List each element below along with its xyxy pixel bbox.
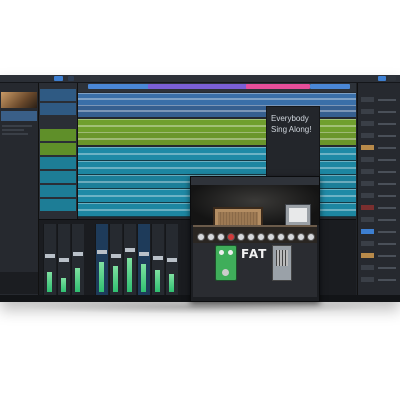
- amp-control-panel: [193, 225, 317, 243]
- channel-strip[interactable]: [151, 224, 164, 298]
- track-header[interactable]: [40, 157, 76, 169]
- knob-icon[interactable]: [227, 233, 235, 241]
- fader[interactable]: [97, 250, 107, 254]
- instrument-icon[interactable]: [361, 277, 374, 282]
- track-header[interactable]: [40, 199, 76, 211]
- fader[interactable]: [153, 256, 163, 260]
- window-shadow: [20, 300, 380, 314]
- left-browser-panel: [0, 83, 39, 302]
- channel-strip[interactable]: [137, 224, 150, 298]
- toolbar-toggle[interactable]: [68, 76, 74, 81]
- instrument-icon[interactable]: [361, 97, 374, 102]
- channel-strip[interactable]: [43, 224, 56, 298]
- track-header[interactable]: [40, 143, 76, 155]
- plugin-titlebar[interactable]: [191, 177, 319, 185]
- pedalboard: FAT: [193, 243, 317, 297]
- view-button[interactable]: [388, 76, 396, 81]
- knob-icon[interactable]: [207, 233, 215, 241]
- footswitch-icon[interactable]: [222, 269, 229, 276]
- list-item[interactable]: [2, 133, 28, 135]
- knob-icon[interactable]: [257, 233, 265, 241]
- channel-strip[interactable]: [71, 224, 84, 298]
- arranger-section[interactable]: [246, 84, 310, 89]
- track-header[interactable]: [40, 185, 76, 197]
- right-browser-panel: [357, 83, 400, 302]
- fat-pedal-label: FAT: [241, 247, 268, 261]
- channel-strip[interactable]: [123, 224, 136, 298]
- timeline-ruler[interactable]: [78, 83, 356, 92]
- instrument-icon[interactable]: [361, 181, 374, 186]
- fader[interactable]: [111, 254, 121, 258]
- browser-footer: [0, 272, 38, 294]
- instrument-icon[interactable]: [361, 169, 374, 174]
- fader[interactable]: [125, 248, 135, 252]
- knob-icon[interactable]: [247, 233, 255, 241]
- track-header[interactable]: [40, 171, 76, 183]
- knob-icon[interactable]: [277, 233, 285, 241]
- speaker-cabinet-icon[interactable]: [285, 204, 311, 226]
- amp-plugin-window[interactable]: FAT: [190, 176, 320, 302]
- note-text: Everybody Sing Along!: [271, 114, 312, 134]
- knob-icon[interactable]: [267, 233, 275, 241]
- instrument-icon[interactable]: [361, 265, 374, 270]
- instrument-icon[interactable]: [361, 133, 374, 138]
- knob-icon[interactable]: [287, 233, 295, 241]
- top-toolbar: [0, 75, 400, 83]
- fader[interactable]: [167, 258, 177, 262]
- audio-clip[interactable]: [78, 93, 356, 105]
- instrument-icon[interactable]: [361, 121, 374, 126]
- instrument-icon[interactable]: [361, 229, 374, 234]
- fader[interactable]: [45, 254, 55, 258]
- list-item[interactable]: [2, 125, 32, 127]
- fader[interactable]: [73, 252, 83, 256]
- amp-stage: [191, 185, 319, 233]
- arranger-section[interactable]: [148, 84, 258, 89]
- instrument-icon[interactable]: [361, 193, 374, 198]
- track-header[interactable]: [40, 89, 76, 101]
- song-note: Everybody Sing Along!: [266, 106, 320, 186]
- fader[interactable]: [139, 252, 149, 256]
- fader[interactable]: [59, 258, 69, 262]
- knob-icon[interactable]: [197, 233, 205, 241]
- track-header[interactable]: [40, 129, 76, 141]
- list-item[interactable]: [2, 129, 24, 131]
- overdrive-pedal[interactable]: [215, 245, 237, 281]
- song-tab[interactable]: [54, 76, 63, 81]
- instrument-icon[interactable]: [361, 145, 374, 150]
- instrument-icon[interactable]: [361, 217, 374, 222]
- instrument-icon[interactable]: [361, 241, 374, 246]
- channel-strip[interactable]: [95, 224, 108, 298]
- channel-strip[interactable]: [165, 224, 178, 298]
- channel-strip[interactable]: [57, 224, 70, 298]
- selected-track-list[interactable]: [1, 111, 37, 121]
- start-button[interactable]: [378, 76, 386, 81]
- artist-photo: [1, 92, 37, 108]
- instrument-icon[interactable]: [361, 253, 374, 258]
- instrument-icon[interactable]: [361, 109, 374, 114]
- knob-icon[interactable]: [217, 233, 225, 241]
- knob-icon[interactable]: [307, 233, 315, 241]
- channel-strip[interactable]: [109, 224, 122, 298]
- arranger-section[interactable]: [310, 84, 350, 89]
- knob-icon[interactable]: [237, 233, 245, 241]
- edit-tool[interactable]: [90, 76, 100, 81]
- eq-pedal[interactable]: [272, 245, 292, 281]
- track-header[interactable]: [40, 103, 76, 115]
- instrument-icon[interactable]: [361, 205, 374, 210]
- instrument-icon[interactable]: [361, 157, 374, 162]
- knob-icon[interactable]: [297, 233, 305, 241]
